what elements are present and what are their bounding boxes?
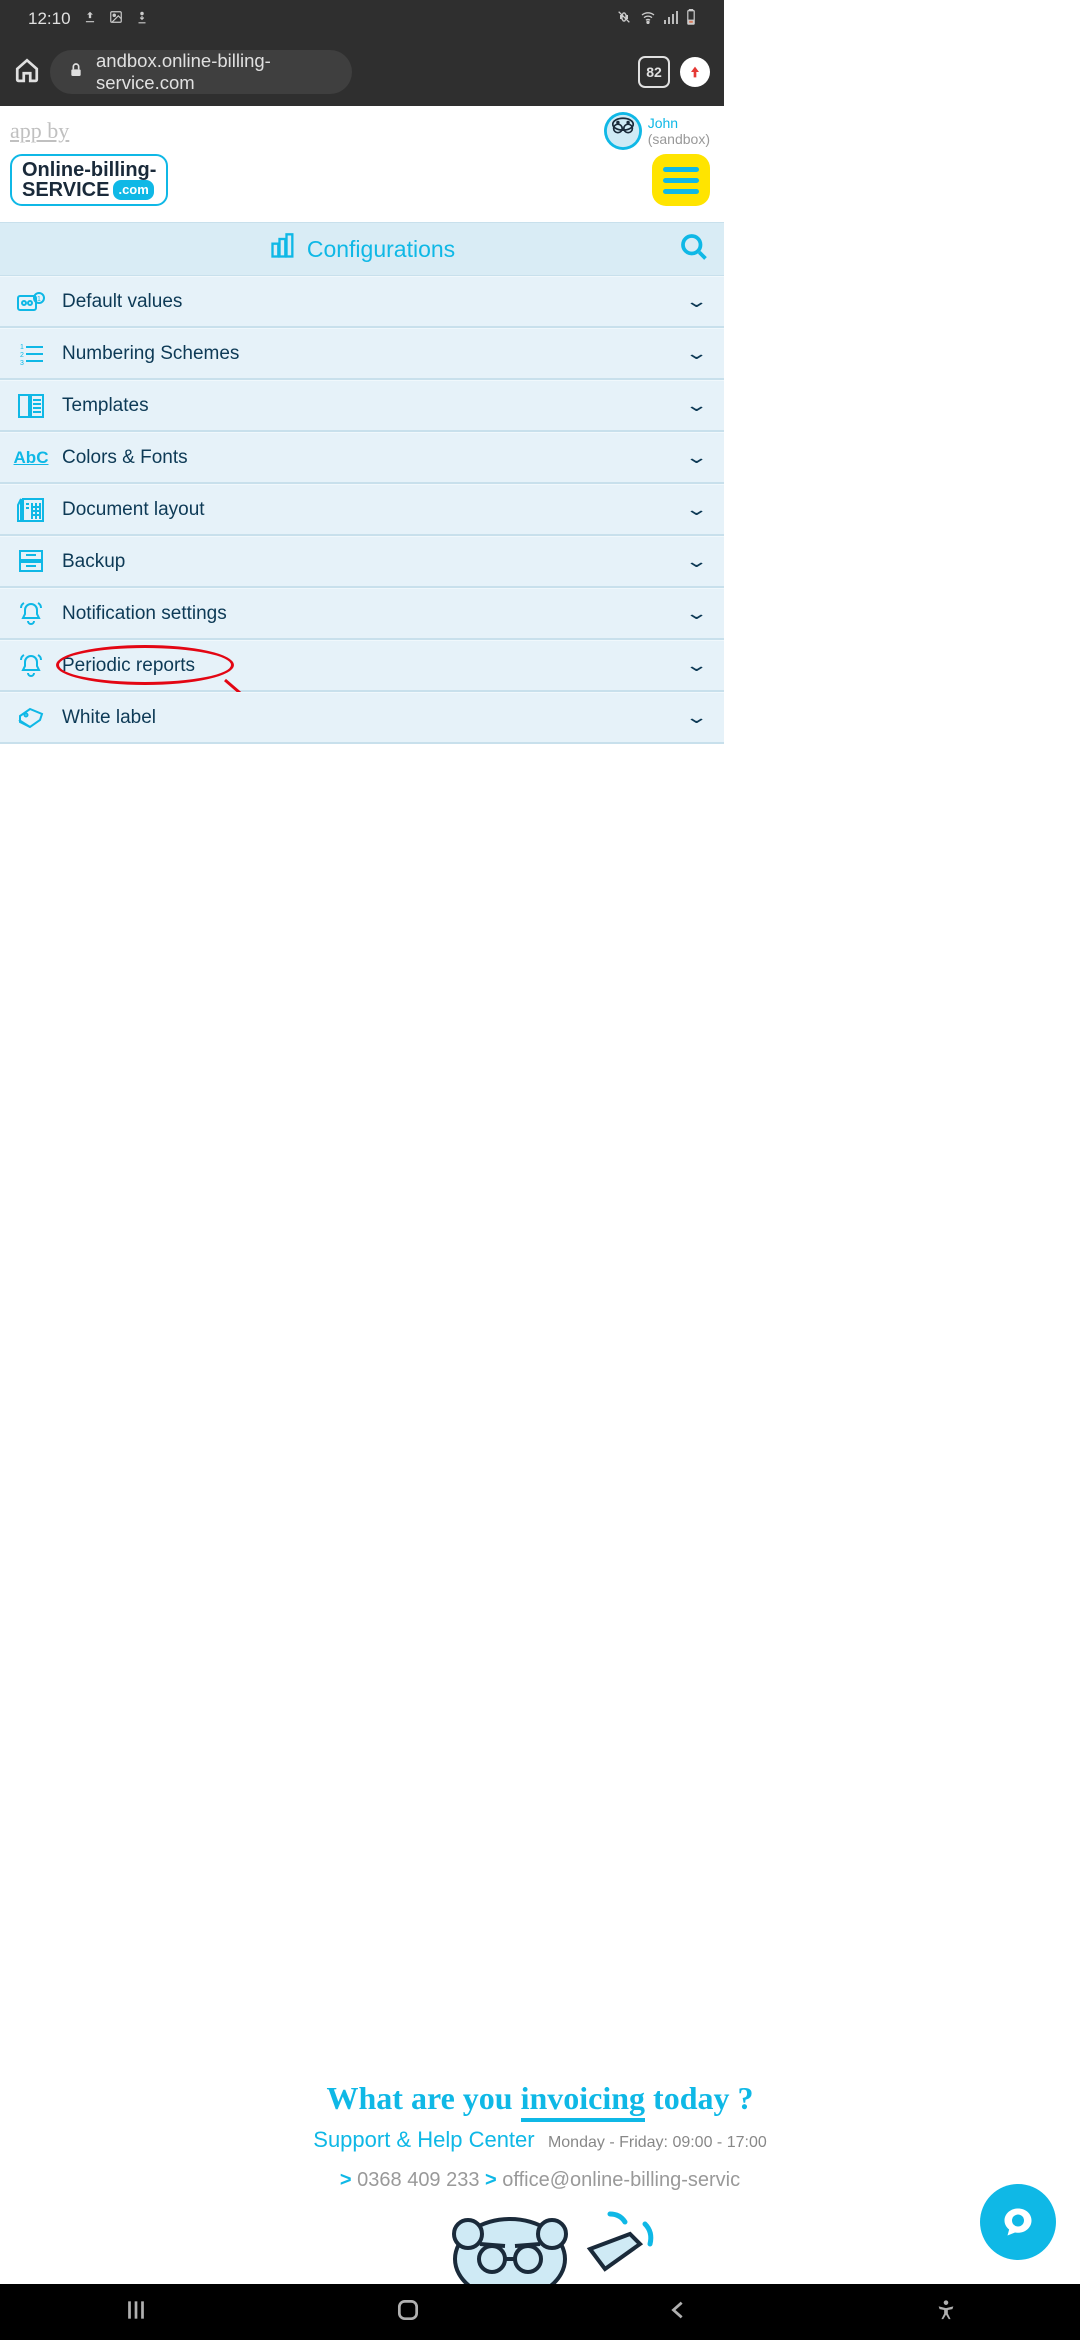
footer-headline: What are you invoicing today ? <box>0 2080 1080 2117</box>
home-icon[interactable] <box>14 57 40 88</box>
chat-icon <box>1000 2204 1036 2240</box>
chevron-down-icon: ⌄ <box>684 395 708 416</box>
svg-text:1: 1 <box>37 296 41 303</box>
browser-toolbar: andbox.online-billing-service.com 82 <box>0 38 724 106</box>
page-footer: What are you invoicing today ? Support &… <box>0 2050 1080 2284</box>
document-layout-icon <box>16 495 46 525</box>
support-email[interactable]: office@online-billing-servic <box>502 2169 740 2191</box>
chevron-down-icon: ⌄ <box>684 603 708 624</box>
chevron-down-icon: ⌄ <box>684 447 708 468</box>
chevron-down-icon: ⌄ <box>684 343 708 364</box>
menu-numbering-schemes[interactable]: 123 Numbering Schemes ⌄ <box>0 328 724 380</box>
configurations-icon <box>269 232 297 266</box>
hamburger-menu-button[interactable] <box>652 154 710 206</box>
svg-text:1: 1 <box>20 344 24 351</box>
support-phone[interactable]: 0368 409 233 <box>357 2169 479 2191</box>
support-link[interactable]: Support & Help Center <box>313 2127 534 2152</box>
user-mode: (sandbox) <box>648 131 710 147</box>
bell-icon <box>16 651 46 681</box>
recents-button[interactable] <box>123 2297 149 2328</box>
configurations-header: Configurations <box>0 222 724 276</box>
numbering-icon: 123 <box>16 339 46 369</box>
back-button[interactable] <box>667 2299 689 2326</box>
svg-text:3: 3 <box>20 360 24 366</box>
android-nav-bar <box>0 2284 1080 2340</box>
lock-icon <box>68 61 84 83</box>
menu-label: Periodic reports <box>62 655 195 677</box>
app-by-label: app by <box>10 118 69 144</box>
colors-fonts-icon: AbC <box>16 443 46 473</box>
menu-colors-fonts[interactable]: AbC Colors & Fonts ⌄ <box>0 432 724 484</box>
url-bar[interactable]: andbox.online-billing-service.com <box>50 50 352 94</box>
tab-count-button[interactable]: 82 <box>638 56 670 88</box>
avatar <box>604 112 642 150</box>
home-button[interactable] <box>395 2297 421 2328</box>
app-logo[interactable]: Online-billing- SERVICE .com <box>10 154 168 206</box>
footer-mascot <box>0 2204 1080 2284</box>
tag-icon <box>16 703 46 733</box>
browser-update-icon[interactable] <box>680 57 710 87</box>
configurations-title: Configurations <box>307 236 455 263</box>
bell-icon <box>16 599 46 629</box>
accessibility-button[interactable] <box>935 2299 957 2326</box>
chat-fab-button[interactable] <box>980 2184 1056 2260</box>
default-values-icon: 1 <box>16 287 46 317</box>
download-person-icon <box>135 10 149 28</box>
battery-icon <box>686 9 696 29</box>
app-header: app by John (sandbox) Online-billing- SE… <box>0 106 724 222</box>
user-menu[interactable]: John (sandbox) <box>604 112 710 150</box>
menu-label: Templates <box>62 395 149 417</box>
menu-label: Colors & Fonts <box>62 447 188 469</box>
menu-label: White label <box>62 707 156 729</box>
contact-line: > 0368 409 233 > office@online-billing-s… <box>0 2169 1080 2192</box>
menu-notification-settings[interactable]: Notification settings ⌄ <box>0 588 724 640</box>
upload-icon <box>83 10 97 28</box>
chevron-down-icon: ⌄ <box>684 551 708 572</box>
support-hours: Monday - Friday: 09:00 - 17:00 <box>548 2134 767 2151</box>
config-menu-list: 1 Default values ⌄ 123 Numbering Schemes… <box>0 276 724 744</box>
menu-white-label[interactable]: White label ⌄ <box>0 692 724 744</box>
vibrate-muted-icon <box>616 9 632 29</box>
image-icon <box>109 10 123 28</box>
url-text: andbox.online-billing-service.com <box>96 50 334 94</box>
signal-icon <box>664 10 679 28</box>
menu-label: Numbering Schemes <box>62 343 239 365</box>
chevron-down-icon: ⌄ <box>684 655 708 676</box>
menu-label: Document layout <box>62 499 205 521</box>
menu-default-values[interactable]: 1 Default values ⌄ <box>0 276 724 328</box>
templates-icon <box>16 391 46 421</box>
svg-text:2: 2 <box>20 352 24 359</box>
menu-label: Notification settings <box>62 603 227 625</box>
chevron-down-icon: ⌄ <box>684 499 708 520</box>
menu-label: Backup <box>62 551 125 573</box>
menu-templates[interactable]: Templates ⌄ <box>0 380 724 432</box>
android-status-bar: 12:10 <box>0 0 724 38</box>
chevron-down-icon: ⌄ <box>684 291 708 312</box>
backup-icon <box>16 547 46 577</box>
user-name: John <box>648 115 710 131</box>
wifi-icon <box>640 9 656 29</box>
menu-label: Default values <box>62 291 182 313</box>
status-time: 12:10 <box>28 9 71 29</box>
menu-document-layout[interactable]: Document layout ⌄ <box>0 484 724 536</box>
menu-periodic-reports[interactable]: Periodic reports ⌄ <box>0 640 724 692</box>
chevron-down-icon: ⌄ <box>684 707 708 728</box>
menu-backup[interactable]: Backup ⌄ <box>0 536 724 588</box>
search-icon[interactable] <box>678 231 708 267</box>
